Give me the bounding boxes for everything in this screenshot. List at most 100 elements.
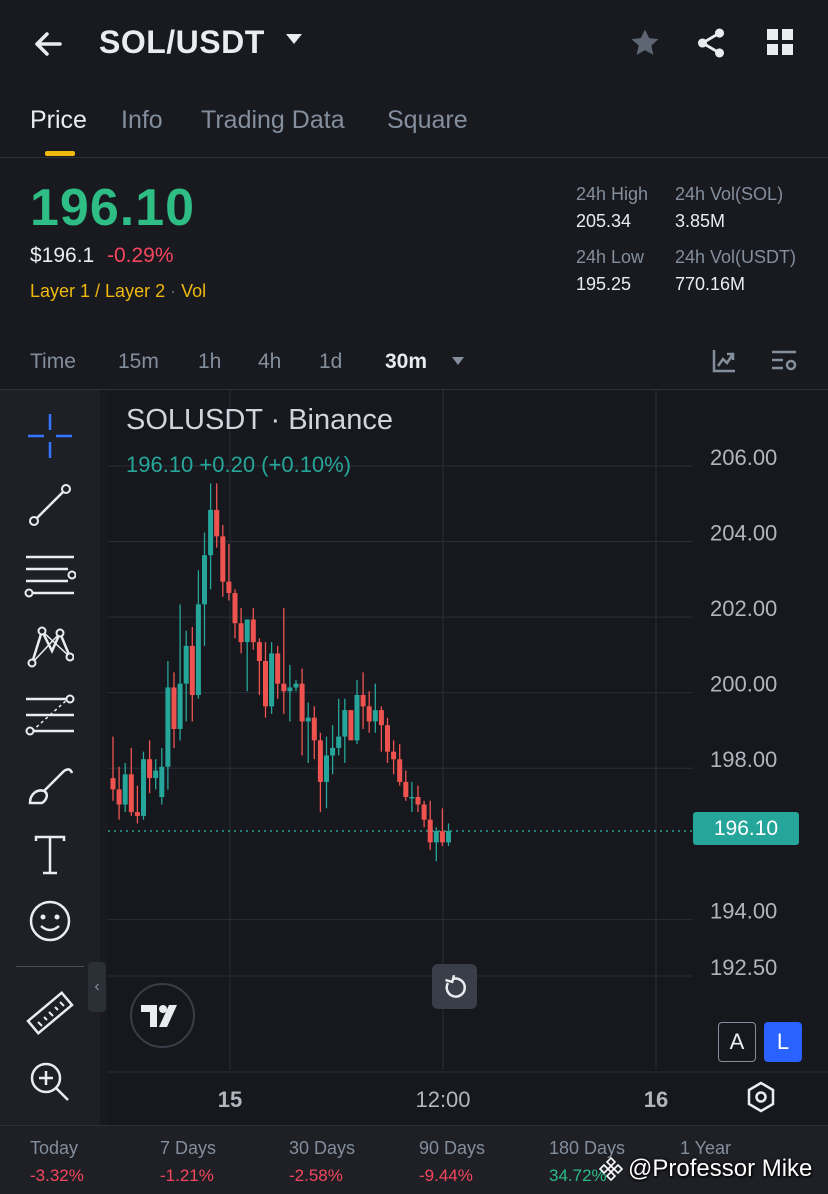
zoom-in-icon[interactable]: [22, 1054, 78, 1110]
candle-body: [134, 812, 140, 816]
candle-body: [122, 774, 128, 805]
perf-value-7d: -1.21%: [160, 1166, 214, 1185]
timeframe-time[interactable]: Time: [30, 350, 76, 374]
share-icon[interactable]: [694, 26, 728, 65]
brush-icon[interactable]: [22, 757, 78, 813]
candle-body: [165, 687, 171, 767]
chart-settings-icon[interactable]: [770, 348, 798, 379]
timeframe-4h[interactable]: 4h: [258, 350, 281, 374]
crosshair-icon[interactable]: [22, 408, 78, 464]
fib-retracement-icon[interactable]: [22, 687, 78, 743]
candle-body: [110, 778, 116, 790]
candle-body: [232, 593, 238, 624]
trend-line-icon[interactable]: [22, 477, 78, 533]
stat-low-value: 195.25: [576, 274, 632, 294]
candle-body: [220, 536, 226, 582]
candle-body: [421, 804, 427, 820]
perf-value-today: -3.32%: [30, 1166, 84, 1185]
candle-body: [415, 797, 421, 805]
candle-body: [354, 695, 360, 741]
candle-body: [385, 725, 390, 752]
perf-value-90d: -9.44%: [419, 1166, 473, 1185]
timeframe-selected[interactable]: 30m: [385, 350, 427, 374]
candle-body: [372, 710, 378, 722]
top-bar: SOL/USDT: [0, 0, 828, 86]
candle-body: [336, 736, 342, 748]
candle-body: [208, 509, 214, 556]
price-usd: $196.1: [30, 244, 95, 267]
emoji-icon[interactable]: [22, 893, 78, 949]
reset-chart-button[interactable]: [432, 964, 477, 1009]
candle-body: [397, 759, 403, 782]
candle-body: [317, 740, 323, 782]
perf-label-30d: 30 Days: [289, 1138, 356, 1158]
auto-scale-button[interactable]: A: [718, 1022, 756, 1062]
stat-low-label: 24h Low: [576, 247, 645, 267]
candle-body: [360, 695, 366, 707]
time-axis-label: 16: [644, 1087, 668, 1112]
stat-vol-sol-value: 3.85M: [675, 211, 726, 231]
candle-body: [391, 751, 397, 760]
candle-body: [177, 683, 183, 729]
candle-body: [256, 642, 262, 661]
tab-square[interactable]: Square: [387, 106, 468, 135]
candle-body: [159, 766, 165, 797]
price-axis-label: 206.00: [710, 445, 777, 470]
chart-settings-hex-icon[interactable]: [744, 1080, 778, 1119]
log-scale-button[interactable]: L: [764, 1022, 802, 1062]
timeframe-1d[interactable]: 1d: [319, 350, 342, 374]
price-axis-label: 198.00: [710, 747, 777, 772]
collapse-toolbar-button[interactable]: ‹: [88, 962, 106, 1012]
chevron-down-icon[interactable]: [286, 34, 302, 44]
stat-vol-usdt-value: 770.16M: [675, 274, 746, 294]
chevron-down-icon[interactable]: [452, 357, 464, 365]
indicator-icon[interactable]: [711, 348, 737, 379]
candle-body: [195, 604, 201, 695]
candle-body: [147, 759, 153, 779]
tab-trading-data[interactable]: Trading Data: [201, 106, 345, 135]
star-icon[interactable]: [628, 26, 662, 65]
candle-body: [275, 653, 281, 684]
price-axis-label: 194.00: [710, 898, 777, 923]
pattern-icon[interactable]: [22, 617, 78, 673]
candle-body: [311, 717, 317, 741]
chart-area[interactable]: 206.00 204.00 202.00 200.00 198.00 194.00 192.…: [108, 390, 828, 1125]
timeframe-1h[interactable]: 1h: [198, 350, 221, 374]
candle-body: [269, 653, 275, 707]
ruler-icon[interactable]: [22, 986, 78, 1042]
candle-body: [439, 831, 445, 843]
price-axis-label: 202.00: [710, 596, 777, 621]
perf-value-30d: -2.58%: [289, 1166, 343, 1185]
current-price-label: 196.10: [693, 812, 799, 845]
binance-logo-icon: [598, 1156, 624, 1182]
candle-body: [299, 683, 305, 722]
text-tool-icon[interactable]: [22, 827, 78, 883]
chart-ohlc: 196.10 +0.20 (+0.10%): [126, 452, 352, 477]
timeframe-15m[interactable]: 15m: [118, 350, 159, 374]
candle-body: [226, 581, 232, 593]
candle-body: [348, 710, 354, 741]
price-axis-label: 204.00: [710, 521, 777, 546]
candle-body: [427, 819, 433, 843]
candle-body: [403, 781, 409, 797]
tradingview-logo[interactable]: [130, 983, 195, 1048]
reset-icon: [444, 974, 466, 998]
candle-body: [238, 623, 244, 643]
tag-layer[interactable]: Layer 1 / Layer 2: [30, 281, 165, 301]
back-arrow-icon[interactable]: [30, 24, 70, 64]
tab-info[interactable]: Info: [121, 106, 163, 135]
price-axis-label: 200.00: [710, 672, 777, 697]
price-axis-label: 192.50: [710, 955, 777, 980]
candlestick-chart[interactable]: 206.00 204.00 202.00 200.00 198.00 194.00 192.…: [108, 390, 828, 1125]
watermark-text: @Professor Mike: [628, 1155, 813, 1182]
candle-body: [128, 774, 134, 813]
pair-title[interactable]: SOL/USDT: [99, 24, 265, 61]
candle-body: [202, 555, 207, 605]
tab-price[interactable]: Price: [30, 106, 87, 135]
price-change-pct: -0.29%: [107, 244, 174, 267]
horizontal-lines-icon[interactable]: [22, 547, 78, 603]
candle-body: [281, 683, 287, 692]
tag-vol[interactable]: Vol: [181, 281, 206, 301]
candle-body: [244, 619, 250, 643]
grid-menu-icon[interactable]: [766, 28, 794, 61]
